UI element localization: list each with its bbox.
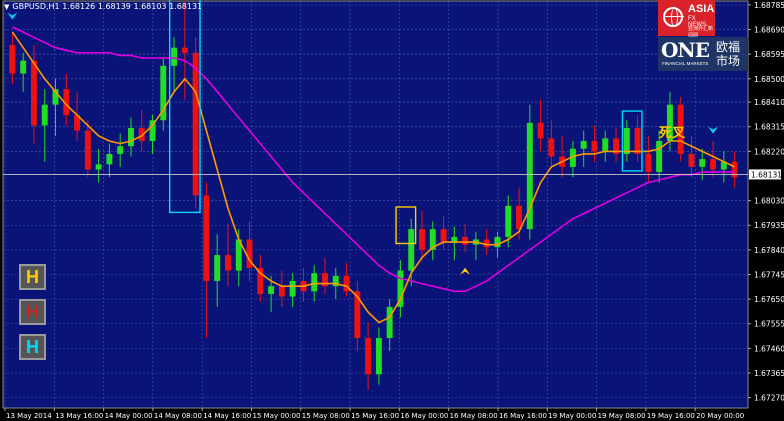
bull-candle xyxy=(494,236,501,248)
y-tick-label: 1.68410 xyxy=(754,98,784,107)
bear-candle xyxy=(181,47,188,53)
bear-candle xyxy=(591,140,598,152)
y-tick-label: 1.68500 xyxy=(754,75,784,84)
bull-candle xyxy=(408,229,415,271)
x-tick-label: 16 May 00:00 xyxy=(400,412,448,420)
bear-candle xyxy=(634,128,641,154)
dropdown-triangle-icon: ▼ xyxy=(4,3,10,11)
x-tick-label: 14 May 16:00 xyxy=(203,412,251,420)
bear-candle xyxy=(462,236,469,245)
x-tick-label: 14 May 08:00 xyxy=(154,412,202,420)
bull-candle xyxy=(214,255,221,281)
bear-candle xyxy=(645,153,652,173)
x-tick-label: 16 May 08:00 xyxy=(450,412,498,420)
bull-candle xyxy=(623,128,630,154)
bull-candle xyxy=(106,153,113,165)
bull-candle xyxy=(311,273,318,292)
chart-title: ▼ GBPUSD,H1 1.68126 1.68139 1.68103 1.681… xyxy=(4,2,202,11)
y-tick-label: 1.68690 xyxy=(754,26,784,35)
y-tick-label: 1.67745 xyxy=(754,270,784,279)
bear-candle xyxy=(84,130,91,170)
h-button-yellow-label: H xyxy=(26,266,39,287)
bear-candle xyxy=(9,45,16,74)
h-button-red[interactable]: H xyxy=(19,299,46,325)
bull-candle xyxy=(117,146,124,154)
bull-candle xyxy=(289,280,296,297)
h-button-red-label: H xyxy=(26,301,39,322)
bull-candle xyxy=(375,338,382,375)
y-tick-label: 1.67840 xyxy=(754,246,784,255)
plot-area xyxy=(2,0,749,409)
x-tick-label: 19 May 08:00 xyxy=(598,412,646,420)
bear-candle xyxy=(731,161,738,178)
one-logo-chinese: 欧福 市场 xyxy=(716,40,741,68)
one-financial-logo: ONE FINANCIAL MARKETS 欧福 市场 xyxy=(658,37,748,71)
chart-window[interactable]: 1.68785 1.68690 1.68595 1.68500 1.68410 1.683… xyxy=(0,0,784,421)
x-tick-label: 19 May 00:00 xyxy=(548,412,596,420)
x-tick-label: 13 May 2014 xyxy=(6,412,52,420)
bear-candle xyxy=(548,138,555,157)
bull-candle xyxy=(127,128,134,147)
x-tick-label: 15 May 08:00 xyxy=(302,412,350,420)
y-tick-label: 1.67270 xyxy=(754,394,784,403)
bull-candle xyxy=(580,140,587,149)
death-cross-label: 死叉 xyxy=(659,126,686,141)
current-price-label: 1.68131 xyxy=(751,170,782,179)
y-tick-label: 1.68030 xyxy=(754,197,784,206)
bull-candle xyxy=(41,104,48,126)
bear-candle xyxy=(440,229,447,243)
bull-candle xyxy=(20,60,27,74)
bull-candle xyxy=(171,47,178,66)
bear-candle xyxy=(203,195,210,281)
bear-candle xyxy=(688,153,695,167)
y-tick-label: 1.67365 xyxy=(754,369,784,378)
bear-candle xyxy=(225,255,231,271)
y-tick-label: 1.68315 xyxy=(754,123,784,132)
y-tick-label: 1.67460 xyxy=(754,344,784,353)
bull-candle xyxy=(95,164,102,170)
y-tick-label: 1.67935 xyxy=(754,221,784,230)
y-tick-label: 1.68785 xyxy=(754,1,784,10)
asia-fx-news-logo: ASIA FX NEWS 亚洲外汇新闻网 xyxy=(658,0,715,39)
bear-candle xyxy=(30,60,37,126)
x-tick-label: 13 May 16:00 xyxy=(55,412,103,420)
x-tick-label: 20 May 00:00 xyxy=(696,412,744,420)
bull-candle xyxy=(699,159,706,167)
asia-logo-line1: ASIA xyxy=(688,3,715,15)
x-tick-label: 15 May 00:00 xyxy=(252,412,300,420)
h-button-cyan[interactable]: H xyxy=(19,334,46,360)
globe-icon xyxy=(663,7,684,27)
h-button-yellow[interactable]: H xyxy=(19,264,46,290)
bear-candle xyxy=(278,286,285,297)
bear-candle xyxy=(419,229,425,250)
bear-candle xyxy=(537,122,544,139)
x-tick-label: 15 May 16:00 xyxy=(351,412,399,420)
bull-candle xyxy=(386,306,393,339)
x-tick-label: 16 May 16:00 xyxy=(499,412,547,420)
y-tick-label: 1.67650 xyxy=(754,295,784,304)
bear-candle xyxy=(365,338,372,375)
one-logo-subtitle: FINANCIAL MARKETS xyxy=(662,61,709,66)
h-button-cyan-label: H xyxy=(26,336,39,357)
bull-candle xyxy=(602,138,609,152)
one-logo-text: ONE xyxy=(661,38,710,62)
bull-candle xyxy=(656,140,663,173)
y-tick-label: 1.68220 xyxy=(754,147,784,156)
bull-candle xyxy=(505,205,512,237)
y-tick-label: 1.67555 xyxy=(754,320,784,329)
x-tick-label: 14 May 00:00 xyxy=(105,412,153,420)
symbol-ohlc-text: GBPUSD,H1 1.68126 1.68139 1.68103 1.6813… xyxy=(12,2,203,11)
x-tick-label: 19 May 16:00 xyxy=(647,412,695,420)
bear-candle xyxy=(710,159,717,170)
y-tick-label: 1.68595 xyxy=(754,50,784,59)
bull-candle xyxy=(268,286,275,294)
